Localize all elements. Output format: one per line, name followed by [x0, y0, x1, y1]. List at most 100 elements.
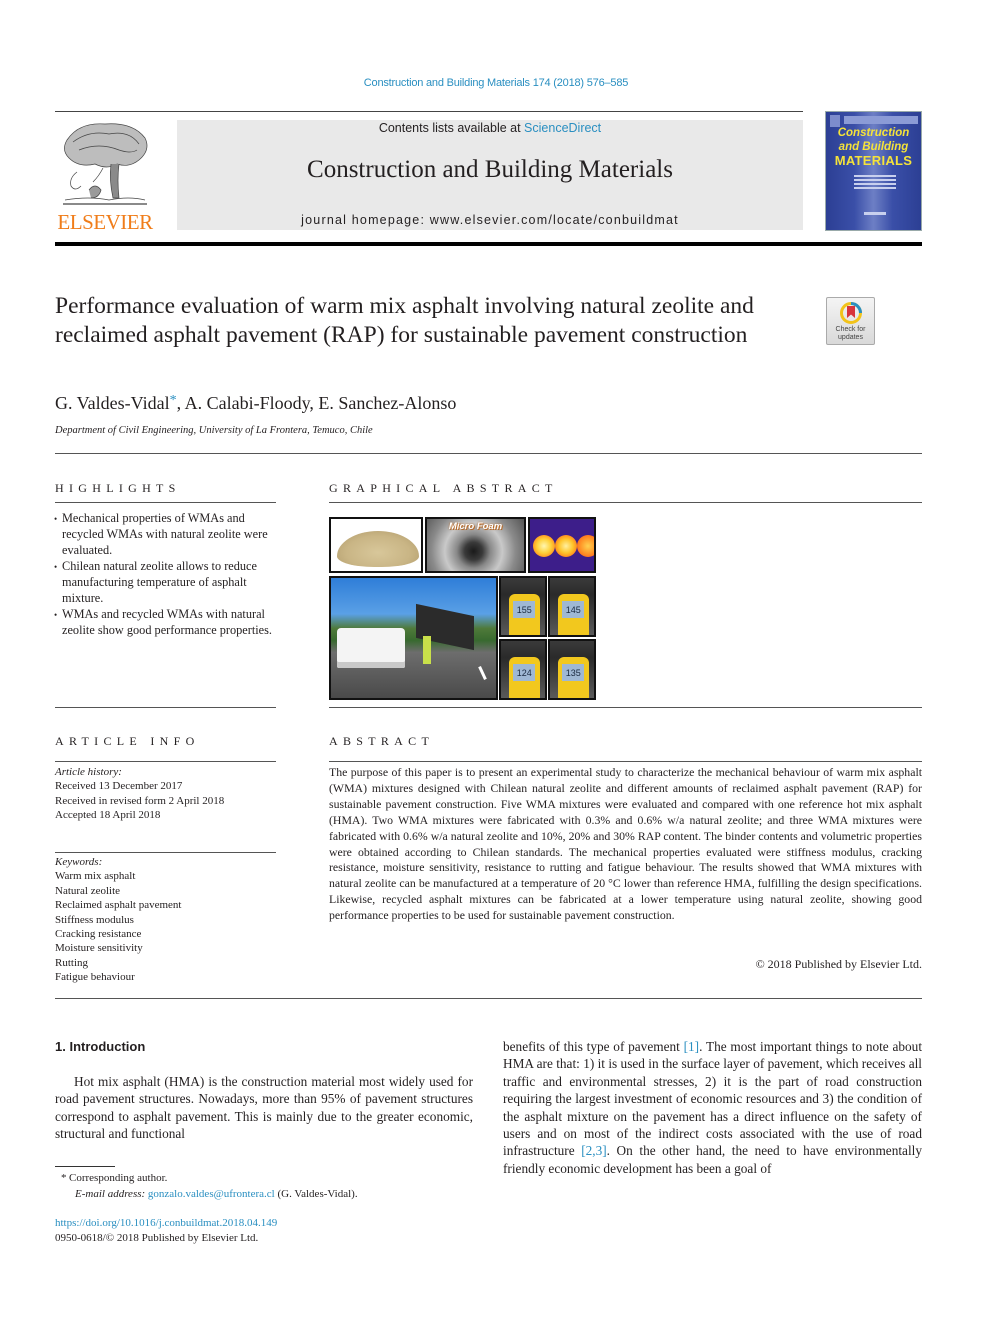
article-info-heading: ARTICLE INFO — [55, 734, 200, 748]
keyword: Warm mix asphalt — [55, 870, 136, 883]
top-rule — [55, 111, 803, 112]
check-for-updates-label: Check for updates — [835, 326, 866, 341]
doi-block: https://doi.org/10.1016/j.conbuildmat.20… — [55, 1216, 277, 1245]
cover-title-line2: and Building — [838, 141, 909, 153]
reference-link[interactable]: [2,3] — [581, 1143, 606, 1158]
doi-link[interactable]: https://doi.org/10.1016/j.conbuildmat.20… — [55, 1217, 277, 1229]
email-suffix: (G. Valdes-Vidal). — [274, 1188, 358, 1200]
history-revised: Received in revised form 2 April 2018 — [55, 794, 225, 807]
abstract-heading: ABSTRACT — [329, 734, 435, 748]
divider — [55, 707, 276, 708]
divider — [55, 852, 276, 853]
thermometer-image[interactable]: 155 — [499, 576, 547, 637]
thermal-blob — [555, 535, 577, 557]
corresponding-author-note: Corresponding author. — [69, 1172, 168, 1184]
cover-subtitle-lines — [854, 175, 896, 197]
divider — [55, 998, 922, 999]
history-accepted: Accepted 18 April 2018 — [55, 809, 161, 822]
worker — [423, 636, 431, 664]
abstract-copyright: © 2018 Published by Elsevier Ltd. — [755, 957, 922, 971]
divider — [55, 761, 276, 762]
road-paving-site-image[interactable] — [329, 576, 498, 700]
affiliation: Department of Civil Engineering, Univers… — [55, 425, 373, 436]
highlights-list: Mechanical properties of WMAs and recycl… — [54, 510, 281, 638]
footnote: * Corresponding author. E-mail address: g… — [55, 1170, 475, 1202]
paragraph-text: . The most important things to note abou… — [503, 1039, 923, 1159]
micro-foam-image[interactable]: Micro Foam — [425, 517, 526, 573]
header-thick-rule — [55, 242, 922, 246]
natural-zeolite-powder-image[interactable] — [329, 517, 423, 573]
highlight-item: Mechanical properties of WMAs and recycl… — [54, 510, 281, 558]
journal-homepage-link[interactable]: journal homepage: www.elsevier.com/locat… — [177, 213, 803, 227]
footnote-star: * — [61, 1172, 67, 1184]
section-heading-introduction: 1. Introduction — [55, 1039, 146, 1054]
email-link[interactable]: gonzalo.valdes@ufrontera.cl — [148, 1188, 275, 1200]
keyword: Cracking resistance — [55, 928, 142, 941]
journal-cover-image[interactable]: Construction and Building MATERIALS — [825, 111, 922, 231]
body-paragraph-left: Hot mix asphalt (HMA) is the constructio… — [55, 1074, 473, 1142]
highlight-item: Chilean natural zeolite allows to reduce… — [54, 558, 281, 606]
email-label: E-mail address: — [75, 1188, 148, 1200]
footnote-rule — [55, 1166, 115, 1167]
cover-title-line1: Construction — [837, 127, 910, 139]
keyword: Reclaimed asphalt pavement — [55, 899, 182, 912]
keywords: Keywords: Warm mix asphalt Natural zeoli… — [55, 855, 281, 985]
keyword: Fatigue behaviour — [55, 971, 135, 984]
thermometer-reading: 124 — [513, 663, 536, 681]
cover-title-line3: MATERIALS — [834, 153, 913, 168]
article-history: Article history: Received 13 December 20… — [55, 765, 281, 823]
lane-marking — [478, 666, 487, 680]
contents-prefix: Contents lists available at — [378, 121, 525, 135]
divider — [329, 502, 922, 503]
keyword: Stiffness modulus — [55, 913, 134, 926]
thermometer-image[interactable]: 135 — [548, 639, 596, 700]
journal-banner: Contents lists available at ScienceDirec… — [177, 120, 803, 230]
reference-link[interactable]: [1] — [684, 1039, 700, 1054]
highlights-heading: HIGHLIGHTS — [55, 481, 181, 495]
author-list: G. Valdes-Vidal*, A. Calabi-Floody, E. S… — [55, 393, 456, 414]
thermometer-image[interactable]: 145 — [548, 576, 596, 637]
keyword: Moisture sensitivity — [55, 942, 143, 955]
pickup-truck — [337, 628, 405, 668]
keyword: Rutting — [55, 956, 89, 969]
thermal-blob — [577, 535, 594, 557]
other-authors: , A. Calabi-Floody, E. Sanchez-Alonso — [176, 393, 457, 413]
divider — [329, 707, 922, 708]
paragraph-text: benefits of this type of pavement — [503, 1039, 684, 1054]
article-history-label: Article history: — [55, 766, 122, 778]
sciencedirect-link[interactable]: ScienceDirect — [524, 121, 601, 135]
thermometer-image[interactable]: 124 — [499, 639, 547, 700]
issn-line: 0950-0618/© 2018 Published by Elsevier L… — [55, 1231, 259, 1244]
elsevier-tree-icon — [63, 123, 148, 205]
divider — [55, 453, 922, 454]
history-received: Received 13 December 2017 — [55, 780, 183, 793]
keywords-label: Keywords: — [55, 856, 103, 868]
keyword: Natural zeolite — [55, 884, 121, 897]
cover-strip — [844, 116, 918, 124]
cover-title: Construction and Building MATERIALS — [826, 126, 921, 168]
thermometer-reading: 155 — [513, 600, 536, 618]
divider — [55, 502, 276, 503]
thermometer-reading: 145 — [562, 600, 585, 618]
thermal-camera-image[interactable] — [528, 517, 596, 573]
elsevier-wordmark: ELSEVIER — [57, 210, 153, 234]
elsevier-logo[interactable]: ELSEVIER — [53, 120, 157, 234]
thermal-blob — [533, 535, 555, 557]
check-for-updates-button[interactable]: Check for updates — [826, 297, 875, 345]
article-title: Performance evaluation of warm mix aspha… — [55, 293, 754, 348]
body-paragraph-right: benefits of this type of pavement [1]. T… — [503, 1038, 922, 1177]
check-for-updates-icon — [840, 302, 862, 324]
contents-available-line: Contents lists available at ScienceDirec… — [177, 121, 803, 135]
corresponding-author-mark[interactable]: * — [170, 393, 177, 408]
highlight-item: WMAs and recycled WMAs with natural zeol… — [54, 606, 281, 638]
abstract-text: The purpose of this paper is to present … — [329, 765, 922, 923]
thermometer-reading: 135 — [562, 663, 585, 681]
micro-foam-caption: Micro Foam — [448, 521, 503, 532]
journal-reference-link[interactable]: Construction and Building Materials 174 … — [0, 77, 992, 89]
cover-footer-line — [864, 212, 886, 215]
zeolite-pile — [337, 531, 419, 567]
journal-title: Construction and Building Materials — [307, 156, 673, 183]
divider — [329, 761, 922, 762]
author-link[interactable]: G. Valdes-Vidal — [55, 393, 170, 413]
graphical-abstract-heading: GRAPHICAL ABSTRACT — [329, 481, 558, 495]
